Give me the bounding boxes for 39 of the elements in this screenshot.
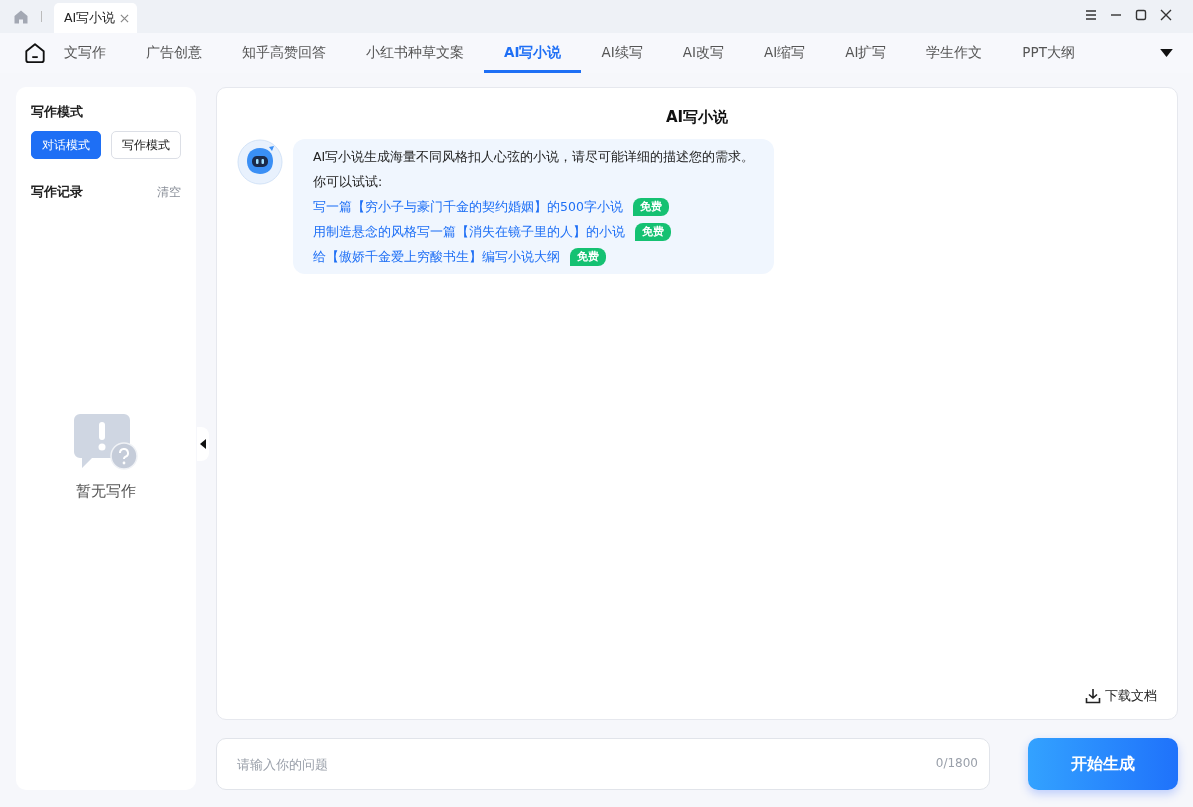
section-title: 写作记录 bbox=[31, 183, 83, 201]
mode-button[interactable]: 写作模式 bbox=[111, 131, 181, 159]
mode-button[interactable]: 对话模式 bbox=[31, 131, 101, 159]
nav-tab[interactable]: AI改写 bbox=[662, 33, 744, 73]
home-icon[interactable] bbox=[24, 42, 46, 64]
nav-tab[interactable]: AI缩写 bbox=[743, 33, 826, 73]
suggestion-link[interactable]: 给【傲娇千金爱上穷酸书生】编写小说大纲 bbox=[313, 247, 560, 266]
nav-tab[interactable]: 小红书种草文案 bbox=[346, 33, 484, 73]
robot-avatar-icon bbox=[237, 139, 283, 185]
section-title: 写作模式 bbox=[31, 103, 84, 121]
suggestion-link[interactable]: 用制造悬念的风格写一篇【消失在镜子里的人】的小说 bbox=[313, 222, 625, 241]
nav-tab[interactable]: AI写小说 bbox=[484, 33, 582, 73]
free-badge: 免费 bbox=[632, 197, 669, 216]
maximize-icon[interactable] bbox=[1134, 8, 1148, 22]
clear-link[interactable]: 清空 bbox=[157, 183, 181, 201]
collapse-handle[interactable] bbox=[197, 427, 209, 461]
download-button[interactable]: 下载文档 bbox=[1085, 687, 1157, 705]
empty-message-icon bbox=[74, 414, 138, 470]
nav-tab[interactable]: 广告创意 bbox=[126, 33, 222, 73]
free-badge: 免费 bbox=[570, 247, 606, 266]
character-counter: 0/1800 bbox=[935, 756, 978, 770]
window-tab[interactable]: AI写小说 bbox=[54, 3, 138, 33]
nav-tab[interactable]: 学生作文 bbox=[906, 33, 1003, 73]
menu-icon[interactable] bbox=[1084, 8, 1098, 22]
download-icon bbox=[1085, 688, 1101, 704]
suggestion-link[interactable]: 写一篇【穷小子与豪门千金的契约婚姻】的500字小说 bbox=[313, 197, 623, 216]
dropdown-caret-icon[interactable] bbox=[1160, 49, 1173, 58]
nav-tab[interactable]: AI续写 bbox=[581, 33, 663, 73]
chat-title: AI写小说 bbox=[664, 108, 730, 127]
free-badge: 免费 bbox=[635, 222, 671, 241]
nav-tab[interactable]: AI扩写 bbox=[825, 33, 907, 73]
message-text: 你可以试试: bbox=[313, 173, 384, 191]
close-icon[interactable] bbox=[1159, 8, 1173, 22]
nav-tab[interactable]: PPT大纲 bbox=[1002, 33, 1095, 73]
empty-text: 暂无写作 bbox=[76, 482, 136, 501]
nav-tab[interactable]: 知乎高赞回答 bbox=[222, 33, 346, 73]
message-text: AI写小说生成海量不同风格扣人心弦的小说，请尽可能详细的描述您的需求。 bbox=[313, 148, 755, 166]
collapse-icon[interactable] bbox=[200, 439, 206, 449]
nav-tab[interactable]: 文写作 bbox=[64, 33, 126, 73]
